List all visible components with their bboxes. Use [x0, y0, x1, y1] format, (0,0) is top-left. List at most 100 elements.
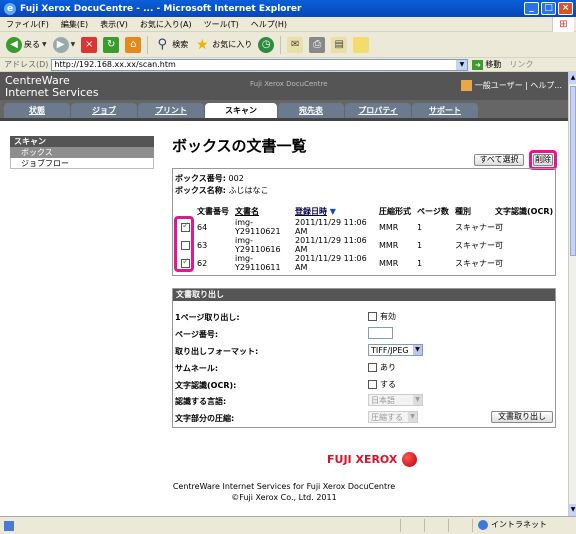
chevron-down-icon: ▼ — [408, 412, 417, 422]
document-list-panel: ボックス番号: 002 ボックス名称: ふじはなこ 文書番号 文書名 登録日時 … — [172, 168, 556, 276]
box-number-line: ボックス番号: 002 — [175, 173, 244, 184]
brand-line2: Internet Services — [5, 86, 99, 99]
single-page-checkbox[interactable] — [368, 312, 377, 321]
doc-name: img-Y29110616 — [235, 236, 281, 254]
edit-icon[interactable]: ▤ — [331, 36, 348, 53]
status-divider — [400, 519, 401, 532]
chevron-down-icon[interactable]: ▼ — [456, 59, 468, 70]
doc-type: スキャナー — [455, 258, 495, 268]
tab-divider — [0, 118, 568, 121]
doc-number: 64 — [197, 222, 208, 232]
maximize-button[interactable]: □ — [541, 2, 556, 15]
table-header-row: 文書番号 文書名 登録日時 ▼ 圧縮形式 ページ数 種別 文字認識(OCR) — [173, 205, 555, 218]
discuss-icon[interactable] — [353, 36, 370, 53]
history-icon[interactable]: ◷ — [258, 36, 275, 53]
tab-address-book[interactable]: 宛先表 — [278, 103, 344, 118]
back-arrow-icon: ◀ — [6, 36, 22, 53]
page-number-input[interactable] — [368, 327, 393, 339]
intranet-icon — [478, 519, 488, 530]
windows-logo-icon: ⊞ — [552, 17, 574, 32]
print-icon[interactable]: ⎙ — [309, 36, 326, 53]
favorites-label: お気に入り — [212, 40, 253, 49]
nav-item-box[interactable]: ボックス — [10, 147, 154, 158]
doc-name: img-Y29110611 — [235, 254, 281, 272]
doc-format: MMR — [379, 258, 399, 268]
menu-favorites[interactable]: お気に入り(A) — [140, 19, 192, 30]
go-arrow-icon: ➜ — [472, 59, 484, 70]
menu-file[interactable]: ファイル(F) — [6, 19, 49, 30]
thumbnail-checkbox[interactable] — [368, 363, 377, 372]
checkbox-highlight — [174, 216, 194, 272]
doc-number: 62 — [197, 258, 208, 268]
user-menu[interactable]: 一般ユーザー | ヘルプ... — [460, 80, 562, 91]
column-header-type: 種別 — [455, 207, 471, 216]
column-header-ocr: 文字認識(OCR) — [495, 207, 554, 216]
menu-view[interactable]: 表示(V) — [100, 19, 128, 30]
address-url: http://192.168.xx.xx/scan.htm — [54, 60, 176, 69]
doc-number: 63 — [197, 240, 208, 250]
nav-item-jobflow[interactable]: ジョブフロー — [10, 158, 154, 169]
retrieve-button[interactable]: 文書取り出し — [491, 411, 553, 423]
vertical-scrollbar[interactable]: ▲ ▼ — [568, 72, 576, 516]
tab-properties[interactable]: プロパティ — [345, 103, 411, 118]
close-button[interactable]: × — [558, 2, 573, 15]
search-button[interactable]: ⚲ 検索 — [154, 37, 188, 53]
left-nav: スキャン ボックス ジョブフロー — [10, 136, 154, 169]
address-input[interactable]: http://192.168.xx.xx/scan.htm ▼ — [51, 58, 469, 71]
toolbar-divider — [280, 35, 282, 54]
doc-type: スキャナー — [455, 222, 495, 232]
column-header-name[interactable]: 文書名 — [235, 205, 295, 218]
home-icon[interactable]: ⌂ — [125, 36, 142, 53]
forward-arrow-icon: ▶ — [52, 36, 69, 53]
box-name-line: ボックス名称: ふじはなこ — [175, 185, 269, 196]
doc-pages: 1 — [417, 240, 423, 250]
format-select[interactable]: TIFF/JPEG ▼ — [368, 344, 423, 356]
go-button[interactable]: ➜ 移動 — [472, 59, 501, 70]
mail-icon[interactable]: ✉ — [287, 36, 304, 53]
footer-copyright: ©Fuji Xerox Co., Ltd. 2011 — [231, 493, 337, 502]
language-value: 日本語 — [371, 395, 395, 405]
select-all-button[interactable]: すべて選択 — [474, 154, 524, 166]
refresh-icon[interactable]: ↻ — [103, 36, 120, 53]
sort-down-icon: ▼ — [329, 207, 336, 216]
doc-date: 2011/11/29 11:06 AM — [295, 236, 367, 254]
scroll-down-icon[interactable]: ▼ — [569, 504, 576, 516]
page-header: CentreWare Internet Services Fuji Xerox … — [0, 72, 568, 100]
doc-ocr: 可 — [495, 222, 503, 232]
window-title: Fuji Xerox DocuCentre - ... - Microsoft … — [20, 3, 302, 14]
back-button[interactable]: ◀ 戻る ▼ — [6, 36, 47, 53]
menu-help[interactable]: ヘルプ(H) — [251, 19, 287, 30]
scroll-up-icon[interactable]: ▲ — [569, 72, 576, 84]
table-row: 64 img-Y29110621 2011/11/29 11:06 AM MMR… — [173, 218, 555, 236]
links-button[interactable]: リンク — [509, 59, 533, 70]
compression-label: 文字部分の圧縮: — [175, 414, 235, 423]
doc-ocr: 可 — [495, 258, 503, 268]
stop-icon[interactable]: × — [81, 36, 98, 53]
page-number-label: ページ番号: — [175, 330, 219, 339]
xerox-ball-icon — [402, 452, 418, 467]
thumbnail-option: あり — [380, 363, 396, 372]
menu-edit[interactable]: 編集(E) — [61, 19, 88, 30]
format-value: TIFF/JPEG — [371, 345, 409, 355]
compression-select[interactable]: 圧縮する ▼ — [368, 411, 418, 423]
chevron-down-icon: ▼ — [70, 41, 76, 48]
toolbar-divider — [147, 35, 149, 54]
page-title: ボックスの文書一覧 — [172, 137, 307, 155]
menu-tools[interactable]: ツール(T) — [204, 19, 239, 30]
minimize-button[interactable]: _ — [524, 2, 539, 15]
tab-support[interactable]: サポート — [412, 103, 478, 118]
device-name: Fuji Xerox DocuCentre — [250, 80, 328, 88]
favorites-button[interactable]: ★ お気に入り — [194, 37, 252, 53]
tab-scan[interactable]: スキャン — [205, 103, 277, 118]
tab-jobs[interactable]: ジョブ — [71, 103, 137, 118]
tab-status[interactable]: 状態 — [4, 103, 70, 118]
column-header-date[interactable]: 登録日時 ▼ — [295, 205, 379, 218]
chevron-down-icon: ▼ — [42, 41, 47, 48]
language-select[interactable]: 日本語 ▼ — [368, 394, 423, 406]
scroll-thumb[interactable] — [570, 86, 576, 256]
retrieve-panel: 文書取り出し 1ページ取り出し: 有効 ページ番号: 取り出しフォーマット: T… — [172, 288, 556, 428]
status-divider — [424, 519, 425, 532]
ocr-checkbox[interactable] — [368, 380, 377, 389]
forward-button[interactable]: ▶ ▼ — [52, 36, 76, 53]
tab-print[interactable]: プリント — [138, 103, 204, 118]
